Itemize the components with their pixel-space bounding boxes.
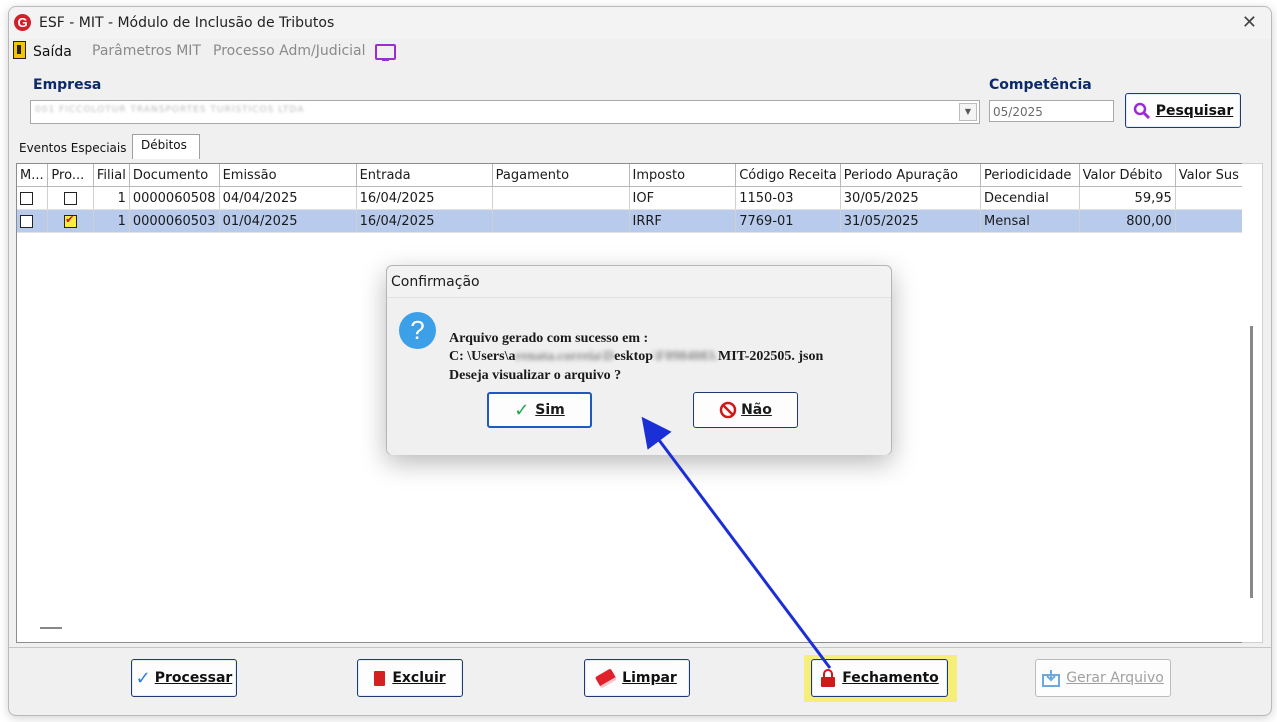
annotation-arrow	[641, 416, 832, 669]
arrow-line	[641, 416, 832, 669]
